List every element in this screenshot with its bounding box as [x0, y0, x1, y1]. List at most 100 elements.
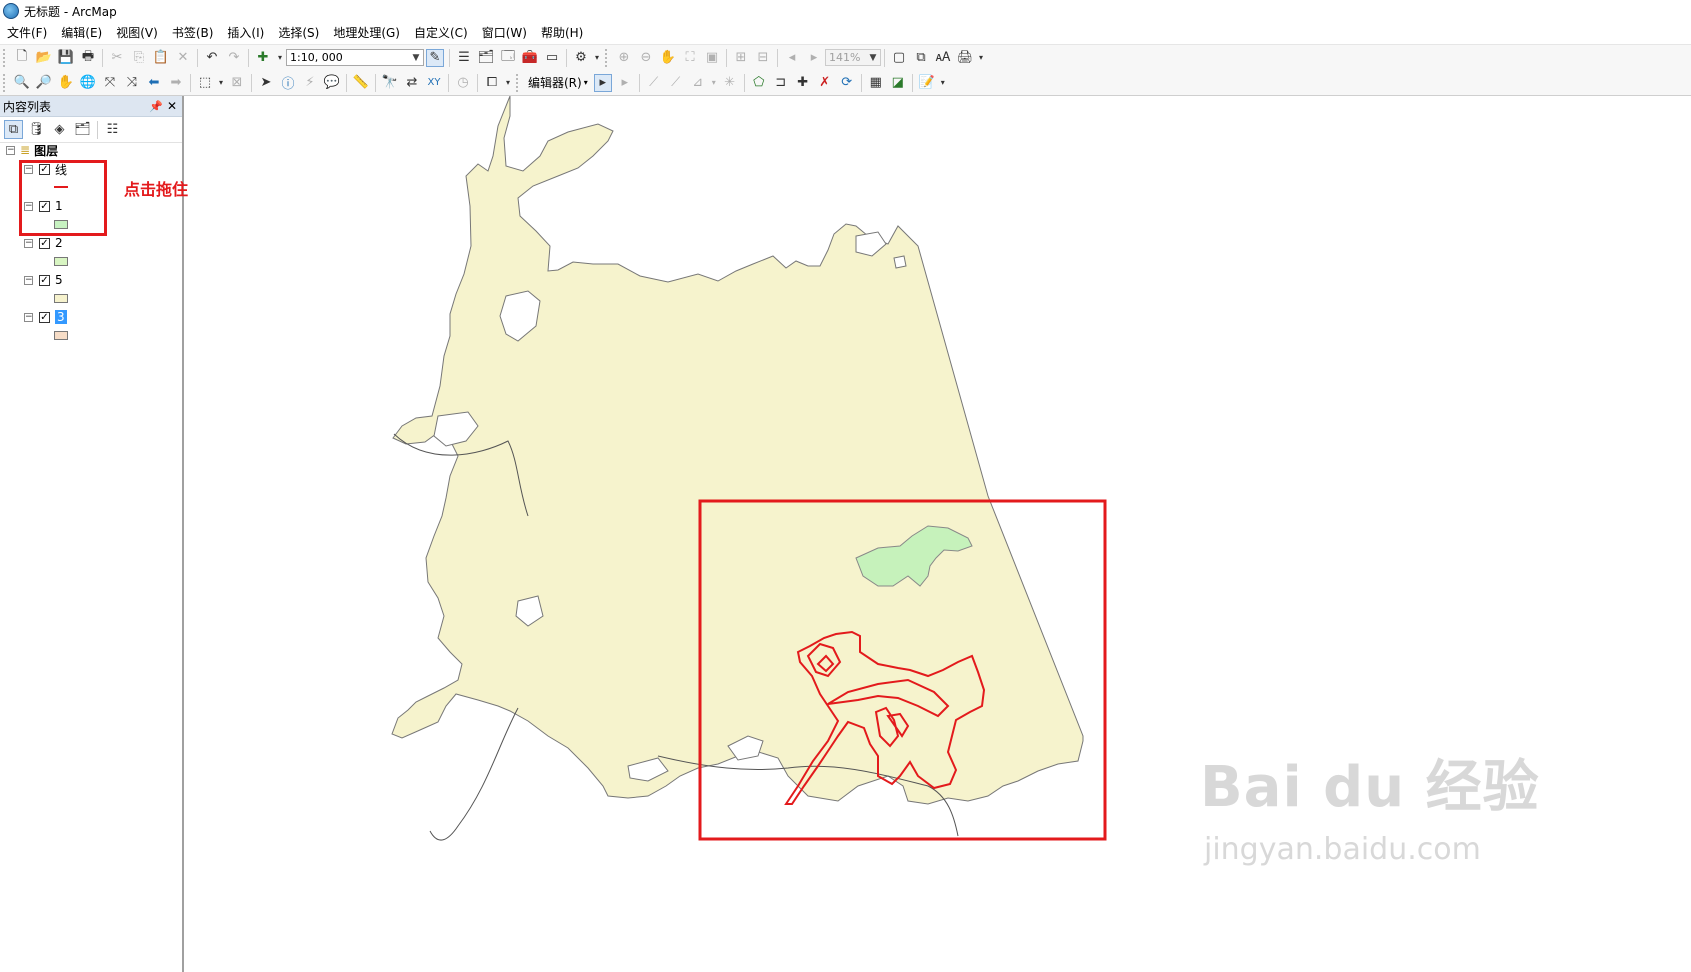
layout-zoom-whole-icon[interactable]: ⊞: [732, 49, 750, 67]
pan-icon[interactable]: ✋: [57, 74, 75, 92]
back-extent-icon[interactable]: ◂: [783, 49, 801, 67]
chevron-down-icon[interactable]: ▾: [594, 49, 600, 67]
layer-row-3[interactable]: − ✓ 3: [24, 309, 67, 325]
delete-icon[interactable]: ✕: [174, 49, 192, 67]
layer-row-5[interactable]: − ✓ 5: [24, 272, 63, 288]
chevron-down-icon[interactable]: ▾: [276, 49, 284, 67]
select-features-icon[interactable]: ⬚: [196, 74, 214, 92]
table-of-contents-icon[interactable]: ☰: [455, 49, 473, 67]
attributes-icon[interactable]: ▦: [867, 74, 885, 92]
land-polygon[interactable]: [391, 96, 1084, 805]
collapse-icon[interactable]: −: [6, 145, 15, 155]
measure-icon[interactable]: 📏: [352, 74, 370, 92]
go-back-icon[interactable]: ⬅: [145, 74, 163, 92]
python-window-icon[interactable]: ▭: [543, 49, 561, 67]
undo-icon[interactable]: ↶: [203, 49, 221, 67]
fixed-zoom-out-icon[interactable]: ⤨: [123, 74, 141, 92]
toolbar-grip[interactable]: [3, 73, 8, 92]
catalog-icon[interactable]: 🗂: [477, 49, 495, 67]
menu-edit[interactable]: 编辑(E): [54, 23, 109, 43]
toolbar-grip[interactable]: [516, 73, 521, 92]
time-slider-icon[interactable]: ◷: [454, 74, 472, 92]
editor-toolbar-icon[interactable]: ✎: [426, 48, 444, 67]
toggle-draft-mode-icon[interactable]: ▢: [890, 49, 908, 67]
menu-selection[interactable]: 选择(S): [271, 23, 326, 43]
layout-zoom-combo[interactable]: 141% ▼: [825, 49, 881, 66]
copy-icon[interactable]: ⎘: [130, 49, 148, 67]
new-document-icon[interactable]: 🗋: [13, 49, 31, 67]
create-features-icon[interactable]: 📝: [918, 74, 936, 92]
open-folder-icon[interactable]: 📂: [35, 49, 53, 67]
paste-icon[interactable]: 📋: [152, 49, 170, 67]
toc-options-icon[interactable]: ☷: [103, 120, 122, 139]
create-viewer-window-icon[interactable]: ⧠: [483, 74, 501, 92]
zoom-in-icon[interactable]: 🔍: [13, 74, 31, 92]
fill-symbol-swatch[interactable]: [54, 331, 68, 340]
html-popup-icon[interactable]: 💬: [323, 74, 341, 92]
trace-icon[interactable]: ⊿: [689, 74, 707, 92]
cut-polygons-icon[interactable]: ✚: [794, 74, 812, 92]
menu-help[interactable]: 帮助(H): [534, 23, 590, 43]
toolbar-grip[interactable]: [3, 48, 8, 67]
sketch-properties-icon[interactable]: ◪: [889, 74, 907, 92]
save-icon[interactable]: 💾: [57, 49, 75, 67]
identify-icon[interactable]: ⓘ: [279, 74, 297, 92]
chevron-down-icon[interactable]: ▾: [218, 74, 224, 92]
list-by-drawing-order-icon[interactable]: ⧉: [4, 120, 23, 139]
go-forward-icon[interactable]: ➡: [167, 74, 185, 92]
collapse-icon[interactable]: −: [24, 238, 33, 248]
edit-tool-icon[interactable]: ▸: [593, 73, 612, 92]
reshape-feature-icon[interactable]: ⊐: [772, 74, 790, 92]
layout-zoom-out-icon[interactable]: ⊖: [637, 49, 655, 67]
layout-zoom-in-icon[interactable]: ⊕: [615, 49, 633, 67]
data-driven-pages-icon[interactable]: 🖨: [956, 49, 974, 67]
fill-symbol-swatch[interactable]: [54, 257, 68, 266]
map-view[interactable]: Bai du 经验 jingyan.baidu.com: [188, 96, 1691, 972]
edit-annotation-icon[interactable]: ▸: [616, 74, 634, 92]
rotate-icon[interactable]: ⟳: [838, 74, 856, 92]
collapse-icon[interactable]: −: [24, 312, 33, 322]
list-by-visibility-icon[interactable]: ◈: [50, 120, 69, 139]
chevron-down-icon[interactable]: ▾: [940, 74, 946, 92]
find-route-icon[interactable]: ⇄: [403, 74, 421, 92]
zoom-out-icon[interactable]: 🔎: [35, 74, 53, 92]
editor-menu-button[interactable]: 编辑器(R) ▾: [524, 74, 592, 91]
close-icon[interactable]: ✕: [167, 99, 177, 113]
straight-segment-icon[interactable]: ⟋: [645, 74, 663, 92]
pin-icon[interactable]: 📌: [149, 100, 163, 113]
layout-zoom-100-icon[interactable]: ⊟: [754, 49, 772, 67]
redo-icon[interactable]: ↷: [225, 49, 243, 67]
add-data-icon[interactable]: ✚: [254, 49, 272, 67]
menu-customize[interactable]: 自定义(C): [407, 23, 475, 43]
find-icon[interactable]: 🔭: [381, 74, 399, 92]
layer-visibility-checkbox[interactable]: ✓: [39, 274, 50, 286]
print-icon[interactable]: 🖶: [79, 49, 97, 67]
cut-icon[interactable]: ✂: [108, 49, 126, 67]
forward-extent-icon[interactable]: ▸: [805, 49, 823, 67]
chevron-down-icon[interactable]: ▾: [505, 74, 511, 92]
list-by-source-icon[interactable]: 🛢: [27, 120, 46, 139]
fill-symbol-swatch[interactable]: [54, 294, 68, 303]
layer-visibility-checkbox[interactable]: ✓: [39, 311, 50, 323]
layer-row-2[interactable]: − ✓ 2: [24, 235, 63, 251]
focus-data-frame-icon[interactable]: ⧉: [912, 49, 930, 67]
map-scale-combo[interactable]: 1:10, 000 ▼: [286, 49, 424, 66]
layout-fixed-zoom-icon[interactable]: ▣: [703, 49, 721, 67]
list-by-selection-icon[interactable]: 🗂: [73, 120, 92, 139]
fixed-zoom-in-icon[interactable]: ⤧: [101, 74, 119, 92]
split-tool-icon[interactable]: ✗: [816, 74, 834, 92]
menu-bookmarks[interactable]: 书签(B): [165, 23, 221, 43]
model-builder-icon[interactable]: ⚙: [572, 49, 590, 67]
layer-visibility-checkbox[interactable]: ✓: [39, 237, 50, 249]
change-layout-icon[interactable]: 🗚: [934, 49, 952, 67]
menu-view[interactable]: 视图(V): [109, 23, 165, 43]
menu-file[interactable]: 文件(F): [0, 23, 54, 43]
hyperlink-icon[interactable]: ⚡: [301, 74, 319, 92]
menu-insert[interactable]: 插入(I): [220, 23, 271, 43]
search-window-icon[interactable]: 🗔: [499, 49, 517, 67]
collapse-icon[interactable]: −: [24, 275, 33, 285]
chevron-down-icon[interactable]: ▾: [711, 74, 717, 92]
toolbar-grip[interactable]: [605, 48, 610, 67]
layers-root-row[interactable]: − ≣ 图层: [6, 142, 58, 158]
edit-vertices-icon[interactable]: ⬠: [750, 74, 768, 92]
